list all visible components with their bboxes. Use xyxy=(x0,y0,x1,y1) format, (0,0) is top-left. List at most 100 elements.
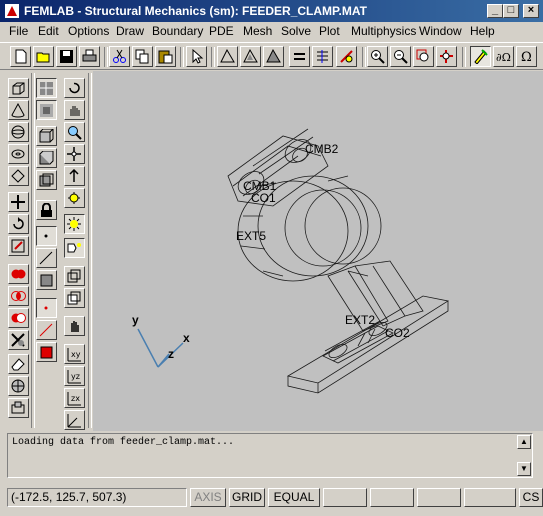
equals-button[interactable] xyxy=(289,46,310,67)
menu-solve[interactable]: Solve xyxy=(281,24,311,38)
point-red-button[interactable] xyxy=(36,298,57,318)
menu-pde[interactable]: PDE xyxy=(209,24,234,38)
subdomain-mode-button[interactable] xyxy=(263,46,284,67)
sphere-solid-icon xyxy=(11,379,25,393)
mesh-button[interactable] xyxy=(312,46,333,67)
axis-toggle[interactable]: AXIS xyxy=(190,488,226,507)
split-button[interactable] xyxy=(8,330,29,350)
3d-view-button[interactable] xyxy=(36,100,57,120)
torus-button[interactable] xyxy=(8,144,29,164)
work-plane-icon xyxy=(40,82,53,95)
difference-button[interactable] xyxy=(8,308,29,328)
xy-view-button[interactable]: xy xyxy=(64,344,85,364)
axis-view-button[interactable] xyxy=(64,410,85,430)
zoom-button[interactable] xyxy=(64,122,85,142)
yz-view-button[interactable]: yz xyxy=(64,366,85,386)
intersection-button[interactable] xyxy=(8,286,29,306)
erase-button[interactable] xyxy=(8,354,29,374)
cut-button[interactable] xyxy=(109,46,130,67)
close-button[interactable]: × xyxy=(523,4,539,18)
move-arrows-icon xyxy=(67,147,81,161)
move-button[interactable] xyxy=(8,192,29,212)
menu-multiphysics[interactable]: Multiphysics xyxy=(351,24,416,38)
open-button[interactable] xyxy=(33,46,54,67)
copy-button[interactable] xyxy=(132,46,153,67)
grid-toggle[interactable]: GRID xyxy=(229,488,265,507)
sphere-button[interactable] xyxy=(8,122,29,142)
orbit-button[interactable] xyxy=(64,78,85,98)
cube-shaded-button[interactable] xyxy=(36,148,57,168)
print-button[interactable] xyxy=(79,46,100,67)
equal-toggle[interactable]: EQUAL xyxy=(268,488,320,507)
status-toggle-3[interactable] xyxy=(417,488,461,507)
rotate-button[interactable] xyxy=(8,214,29,234)
zx-view-button[interactable]: zx xyxy=(64,388,85,408)
light-button[interactable] xyxy=(64,214,85,234)
face-button[interactable] xyxy=(36,270,57,290)
pointer-button[interactable] xyxy=(186,46,207,67)
move-view-button[interactable] xyxy=(64,144,85,164)
sphere-solid-button[interactable] xyxy=(8,376,29,396)
status-toggle-2[interactable] xyxy=(370,488,414,507)
cube-wire-button[interactable] xyxy=(36,170,57,190)
zoom-extents-button[interactable] xyxy=(436,46,457,67)
lock-button[interactable] xyxy=(36,200,57,220)
save-button[interactable] xyxy=(56,46,77,67)
menu-plot[interactable]: Plot xyxy=(319,24,340,38)
cube-icon xyxy=(39,129,54,143)
minimize-button[interactable]: _ xyxy=(487,4,503,18)
spotlight-button[interactable] xyxy=(64,188,85,208)
omega-icon: Ω xyxy=(521,50,532,64)
status-toggle-1[interactable] xyxy=(323,488,367,507)
cone-button[interactable] xyxy=(8,100,29,120)
omega-alpha-button[interactable]: ∂Ω xyxy=(493,46,514,67)
select-hand-button[interactable] xyxy=(64,316,85,336)
zoom-out-button[interactable] xyxy=(390,46,411,67)
line-button[interactable] xyxy=(36,248,57,268)
pan-hand-button[interactable] xyxy=(64,100,85,120)
axes-triad xyxy=(137,328,184,368)
box-view-button[interactable] xyxy=(64,266,85,286)
omega-button[interactable]: Ω xyxy=(516,46,537,67)
draw-mode-button[interactable] xyxy=(217,46,238,67)
menu-help[interactable]: Help xyxy=(470,24,495,38)
new-file-button[interactable] xyxy=(10,46,31,67)
menu-edit[interactable]: Edit xyxy=(38,24,59,38)
message-text: Loading data from feeder_clamp.mat... xyxy=(12,437,235,448)
menu-options[interactable]: Options xyxy=(68,24,109,38)
face-red-button[interactable] xyxy=(36,342,57,362)
paste-button[interactable] xyxy=(155,46,176,67)
message-log[interactable]: Loading data from feeder_clamp.mat... ▲ … xyxy=(7,433,533,478)
drawing-canvas[interactable]: CMB2 CMB1 CO1 EXT5 EXT2 CO2 y x z xyxy=(93,71,543,431)
toolbar-separator xyxy=(362,47,366,67)
box-shaded-button[interactable] xyxy=(64,288,85,308)
menu-mesh[interactable]: Mesh xyxy=(243,24,272,38)
scale-button[interactable] xyxy=(8,236,29,256)
cube-button[interactable] xyxy=(36,126,57,146)
headlight-button[interactable] xyxy=(64,238,85,258)
work-plane-button[interactable] xyxy=(36,78,57,98)
menu-window[interactable]: Window xyxy=(419,24,462,38)
scroll-up-button[interactable]: ▲ xyxy=(517,435,531,449)
block-button[interactable] xyxy=(8,78,29,98)
cube-wire-icon xyxy=(39,173,54,187)
union-button[interactable] xyxy=(8,264,29,284)
menu-draw[interactable]: Draw xyxy=(116,24,144,38)
menu-file[interactable]: File xyxy=(9,24,28,38)
edit-button[interactable] xyxy=(470,46,491,67)
ellipsoid-button[interactable] xyxy=(8,166,29,186)
headlight-icon xyxy=(67,243,81,253)
solve-button[interactable] xyxy=(336,46,357,67)
maximize-button[interactable]: □ xyxy=(503,4,519,18)
cs-toggle[interactable]: CS xyxy=(519,488,543,507)
scroll-down-button[interactable]: ▼ xyxy=(517,462,531,476)
point-button[interactable] xyxy=(36,226,57,246)
embed-button[interactable] xyxy=(8,398,29,418)
line-red-button[interactable] xyxy=(36,320,57,340)
status-toggle-4[interactable] xyxy=(464,488,516,507)
zoom-in-button[interactable] xyxy=(367,46,388,67)
boundary-mode-button[interactable] xyxy=(240,46,261,67)
dolly-button[interactable] xyxy=(64,166,85,186)
menu-boundary[interactable]: Boundary xyxy=(152,24,203,38)
zoom-window-button[interactable] xyxy=(413,46,434,67)
